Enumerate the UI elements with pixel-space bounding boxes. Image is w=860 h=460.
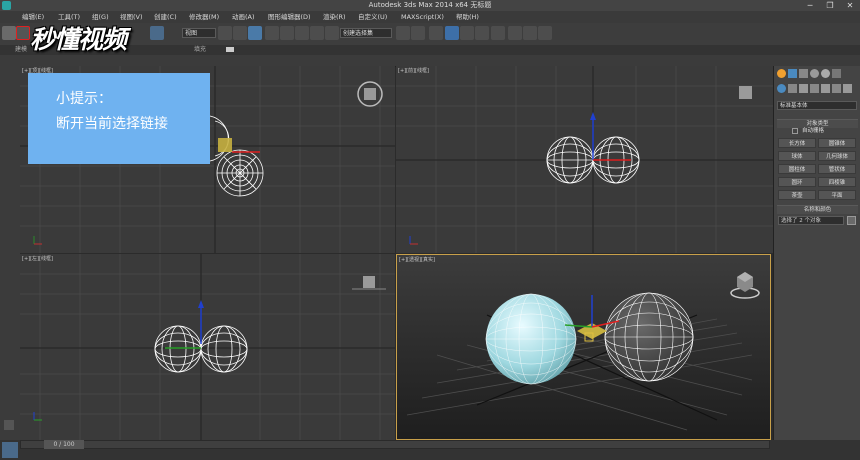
cylinder-button[interactable]: 圆柱体 xyxy=(778,164,816,174)
render-setup-icon[interactable] xyxy=(508,26,522,40)
viewcube[interactable] xyxy=(363,276,375,288)
ribbon-options-icon[interactable] xyxy=(226,47,234,52)
frame-counter[interactable]: 0 / 100 xyxy=(44,440,84,449)
percent-snap-icon[interactable] xyxy=(295,26,309,40)
viewport-perspective-label[interactable]: [+][透视][真实] xyxy=(399,256,435,263)
menu-group[interactable]: 组(G) xyxy=(92,11,109,23)
tip-body: 断开当前选择链接 xyxy=(56,116,168,132)
pyramid-button[interactable]: 四棱锥 xyxy=(818,177,856,187)
manipulate-icon[interactable] xyxy=(248,26,262,40)
tip-title: 小提示： xyxy=(56,91,112,107)
viewport-perspective-scene xyxy=(397,255,770,439)
viewcube[interactable] xyxy=(739,86,752,99)
curve-editor-icon[interactable] xyxy=(460,26,474,40)
spacewarps-icon[interactable] xyxy=(832,84,841,93)
menu-modifiers[interactable]: 修改器(M) xyxy=(189,11,219,23)
menu-bar: 编辑(E) 工具(T) 组(G) 视图(V) 创建(C) 修改器(M) 动画(A… xyxy=(0,11,860,23)
align-icon[interactable] xyxy=(411,26,425,40)
time-slider[interactable] xyxy=(20,440,770,449)
hierarchy-tab-icon[interactable] xyxy=(799,69,808,78)
render-production-icon[interactable] xyxy=(538,26,552,40)
pivot-center-icon[interactable] xyxy=(218,26,232,40)
helpers-icon[interactable] xyxy=(821,84,830,93)
select-and-link-icon[interactable] xyxy=(2,26,16,40)
menu-create[interactable]: 创建(C) xyxy=(154,11,177,23)
scroll-left-arrow-icon[interactable] xyxy=(4,420,14,430)
minimize-button[interactable]: ─ xyxy=(800,0,820,11)
rendered-frame-icon[interactable] xyxy=(523,26,537,40)
create-tab-icon[interactable] xyxy=(777,69,786,78)
menu-graph-editors[interactable]: 图形编辑器(D) xyxy=(268,11,311,23)
object-name-field[interactable]: 选择了 2 个对象 xyxy=(778,216,844,225)
menu-customize[interactable]: 自定义(U) xyxy=(358,11,387,23)
select-move-icon[interactable] xyxy=(233,26,247,40)
menu-animation[interactable]: 动画(A) xyxy=(232,11,255,23)
ribbon-tab-populate[interactable]: 填充 xyxy=(194,45,206,55)
named-selection-dropdown[interactable]: 创建选择集 xyxy=(340,28,392,38)
layer-manager-icon[interactable] xyxy=(429,26,443,40)
menu-tools[interactable]: 工具(T) xyxy=(58,11,80,23)
viewport-front-grid xyxy=(396,66,773,253)
name-color-header[interactable]: 名称和颜色 xyxy=(777,205,858,214)
motion-tab-icon[interactable] xyxy=(810,69,819,78)
auto-grid-label: 自动栅格 xyxy=(802,128,825,134)
systems-icon[interactable] xyxy=(843,84,852,93)
tube-button[interactable]: 管状体 xyxy=(818,164,856,174)
category-dropdown[interactable]: 标准基本体 xyxy=(777,101,857,110)
restore-button[interactable]: ❐ xyxy=(820,0,840,11)
spinner-snap-icon[interactable] xyxy=(310,26,324,40)
viewport-left[interactable]: [+][左][线框] xyxy=(20,254,395,440)
angle-snap-icon[interactable] xyxy=(280,26,294,40)
mirror-icon[interactable] xyxy=(396,26,410,40)
viewport-perspective[interactable]: [+][透视][真实] xyxy=(396,254,771,440)
geometry-icon[interactable] xyxy=(777,84,786,93)
menu-rendering[interactable]: 渲染(R) xyxy=(323,11,346,23)
sphere-button[interactable]: 球体 xyxy=(778,151,816,161)
view-coordinate-dropdown[interactable]: 视图 xyxy=(182,28,216,38)
viewport-front[interactable]: [+][前][线框] xyxy=(396,66,773,253)
plane-button[interactable]: 平面 xyxy=(818,190,856,200)
left-strip xyxy=(0,66,20,440)
modify-tab-icon[interactable] xyxy=(788,69,797,78)
menu-maxscript[interactable]: MAXScript(X) xyxy=(401,11,444,23)
viewport-left-label[interactable]: [+][左][线框] xyxy=(22,255,53,262)
menu-help[interactable]: 帮助(H) xyxy=(456,11,479,23)
command-panel: 标准基本体 对象类型 自动栅格 长方体 圆锥体 球体 几何球体 圆柱体 管状体 … xyxy=(773,66,860,450)
menu-views[interactable]: 视图(V) xyxy=(120,11,143,23)
menu-edit[interactable]: 编辑(E) xyxy=(22,11,44,23)
torus-button[interactable]: 圆环 xyxy=(778,177,816,187)
schematic-view-icon[interactable] xyxy=(475,26,489,40)
box-button[interactable]: 长方体 xyxy=(778,138,816,148)
close-button[interactable]: ✕ xyxy=(840,0,860,11)
lights-icon[interactable] xyxy=(799,84,808,93)
object-color-swatch[interactable] xyxy=(847,216,856,225)
watermark-logo: 秒懂视频 xyxy=(30,25,127,54)
app-icon[interactable] xyxy=(2,1,11,10)
unlink-selection-icon[interactable] xyxy=(16,26,30,40)
viewport-left-grid xyxy=(20,254,395,440)
shapes-icon[interactable] xyxy=(788,84,797,93)
snap-toggle-icon[interactable] xyxy=(265,26,279,40)
mini-listener-icon[interactable] xyxy=(2,442,18,458)
auto-grid-checkbox[interactable] xyxy=(792,128,798,134)
cone-button[interactable]: 圆锥体 xyxy=(818,138,856,148)
cameras-icon[interactable] xyxy=(810,84,819,93)
edit-named-selection-icon[interactable] xyxy=(325,26,339,40)
window-title: Autodesk 3ds Max 2014 x64 无标题 xyxy=(368,1,492,9)
graphite-toggle-icon[interactable] xyxy=(445,26,459,40)
utilities-tab-icon[interactable] xyxy=(832,69,841,78)
material-editor-icon[interactable] xyxy=(491,26,505,40)
geosphere-button[interactable]: 几何球体 xyxy=(818,151,856,161)
ribbon-tab-modeling[interactable]: 建模 xyxy=(15,45,27,55)
viewport-front-label[interactable]: [+][前][线框] xyxy=(398,67,429,74)
tip-box: 小提示： 断开当前选择链接 xyxy=(28,73,210,164)
teapot-button[interactable]: 茶壶 xyxy=(778,190,816,200)
display-tab-icon[interactable] xyxy=(821,69,830,78)
